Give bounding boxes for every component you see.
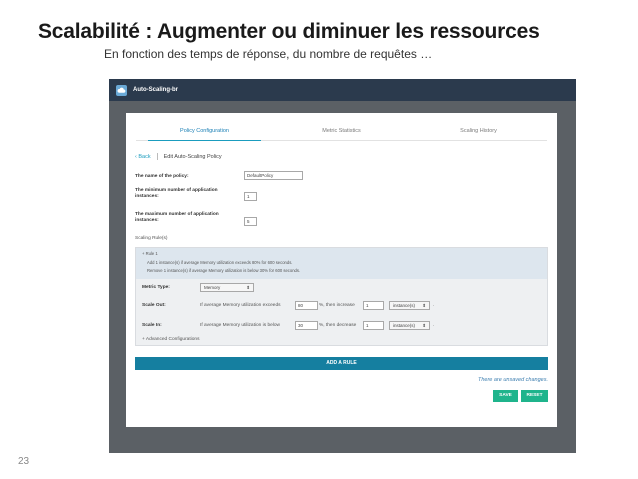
metric-type-select[interactable]: Memory ⬍: [200, 283, 254, 292]
app-screenshot: Auto-Scaling-br Policy Configuration Met…: [109, 79, 576, 453]
policy-panel: Policy Configuration Metric Statistics S…: [126, 113, 557, 427]
save-button[interactable]: SAVE: [493, 390, 518, 402]
tab-bar: Policy Configuration Metric Statistics S…: [136, 123, 547, 141]
rule-summary[interactable]: + Rule 1 Add 1 instance(s) if average Me…: [136, 248, 547, 279]
slide-title: Scalabilité : Augmenter ou diminuer les …: [38, 20, 540, 43]
scale-in-unit-select[interactable]: instance(s) ⬍: [389, 321, 430, 330]
min-instances-input[interactable]: 1: [244, 192, 257, 201]
rule-card: + Rule 1 Add 1 instance(s) if average Me…: [135, 247, 548, 346]
scale-out-label: Scale Out:: [142, 303, 166, 308]
scale-out-text: If average Memory utilization exceeds: [200, 303, 281, 308]
select-caret-icon: ⬍: [246, 285, 250, 290]
metric-type-label: Metric Type:: [142, 285, 170, 290]
back-link[interactable]: ‹ Back: [135, 154, 151, 160]
tab-policy-configuration[interactable]: Policy Configuration: [136, 123, 273, 141]
scale-out-mid-text: %, then increase: [319, 303, 355, 308]
max-instances-label: The maximum number of application instan…: [135, 212, 219, 224]
breadcrumb: ‹ Back Edit Auto-Scaling Policy: [135, 153, 222, 160]
rule-summary-add: Add 1 instance(s) if average Memory util…: [147, 260, 293, 265]
min-instances-label-line2: instances:: [135, 194, 159, 199]
slide-number: 23: [18, 456, 30, 467]
scale-in-period: .: [433, 323, 435, 328]
policy-name-label: The name of the policy:: [135, 174, 189, 179]
breadcrumb-divider: [156, 153, 158, 160]
scale-out-threshold-input[interactable]: 80: [295, 301, 318, 310]
tab-scaling-history[interactable]: Scaling History: [410, 123, 547, 140]
advanced-configurations-link[interactable]: + Advanced Configurations: [142, 337, 199, 343]
policy-name-input[interactable]: DefaultPolicy: [244, 171, 303, 180]
max-instances-input[interactable]: 5: [244, 217, 257, 226]
slide-subtitle: En fonction des temps de réponse, du nom…: [104, 47, 433, 61]
scale-in-count-input[interactable]: 1: [363, 321, 384, 330]
scale-in-text: If average Memory utilization is below: [200, 323, 280, 328]
select-caret-icon: ⬍: [422, 323, 426, 328]
scale-in-threshold-input[interactable]: 30: [295, 321, 318, 330]
scale-out-period: .: [433, 303, 435, 308]
scale-out-count-input[interactable]: 1: [363, 301, 384, 310]
scaling-rules-label: Scaling Rule(s): [135, 236, 168, 241]
scale-out-unit-select[interactable]: instance(s) ⬍: [389, 301, 430, 310]
rule-title: + Rule 1: [142, 251, 158, 256]
app-title: Auto-Scaling-br: [133, 87, 178, 93]
tab-metric-statistics[interactable]: Metric Statistics: [273, 123, 410, 140]
metric-type-value: Memory: [204, 285, 221, 290]
scale-in-mid-text: %, then decrease: [319, 323, 357, 328]
add-rule-button[interactable]: ADD A RULE: [135, 357, 548, 370]
unsaved-changes-notice: There are unsaved changes.: [477, 377, 548, 383]
cloud-app-icon: [116, 84, 127, 96]
reset-button[interactable]: RESET: [521, 390, 548, 402]
scale-in-label: Scale In:: [142, 323, 162, 328]
breadcrumb-current: Edit Auto-Scaling Policy: [163, 153, 222, 160]
scale-in-unit-value: instance(s): [393, 323, 416, 328]
min-instances-label: The minimum number of application instan…: [135, 188, 218, 200]
max-instances-label-line2: instances:: [135, 218, 159, 223]
select-caret-icon: ⬍: [422, 303, 426, 308]
scale-out-unit-value: instance(s): [393, 303, 416, 308]
app-header: Auto-Scaling-br: [109, 79, 576, 101]
rule-summary-remove: Remove 1 instance(s) if average Memory u…: [147, 268, 301, 273]
